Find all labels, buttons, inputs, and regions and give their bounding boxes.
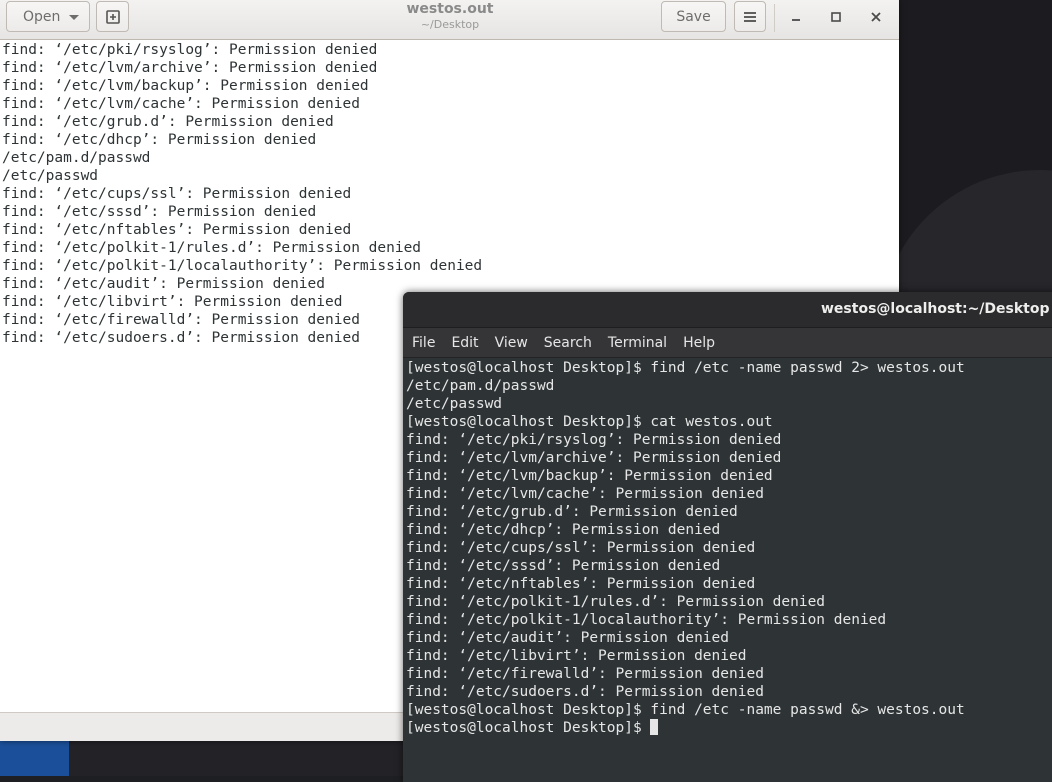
terminal-cursor bbox=[650, 719, 659, 735]
terminal-menu-help[interactable]: Help bbox=[675, 335, 723, 351]
editor-line: find: ‘/etc/nftables’: Permission denied bbox=[2, 222, 352, 238]
terminal-line: find: ‘/etc/lvm/cache’: Permission denie… bbox=[406, 486, 764, 502]
new-document-button[interactable] bbox=[96, 1, 129, 32]
editor-line: /etc/pam.d/passwd bbox=[2, 150, 151, 166]
terminal-window: westos@localhost:~/Desktop File Edit View S… bbox=[403, 292, 1052, 782]
terminal-line: find: ‘/etc/sudoers.d’: Permission denie… bbox=[406, 684, 764, 700]
terminal-line: /etc/pam.d/passwd bbox=[406, 378, 555, 394]
terminal-line: find: ‘/etc/firewalld’: Permission denie… bbox=[406, 666, 764, 682]
terminal-line: [westos@localhost Desktop]$ cat westos.o… bbox=[406, 414, 773, 430]
terminal-line: find: ‘/etc/nftables’: Permission denied bbox=[406, 576, 756, 592]
chevron-down-icon bbox=[69, 15, 79, 20]
terminal-prompt: [westos@localhost Desktop]$ bbox=[406, 720, 651, 736]
window-subtitle: ~/Desktop bbox=[420, 18, 480, 31]
terminal-menu-search[interactable]: Search bbox=[536, 335, 600, 351]
terminal-menu-view[interactable]: View bbox=[487, 335, 536, 351]
terminal-line: [westos@localhost Desktop]$ find /etc -n… bbox=[406, 702, 965, 718]
open-button[interactable]: Open bbox=[6, 1, 90, 32]
terminal-line: [westos@localhost Desktop]$ find /etc -n… bbox=[406, 360, 965, 376]
new-document-icon bbox=[105, 9, 120, 24]
terminal-line: find: ‘/etc/audit’: Permission denied bbox=[406, 630, 730, 646]
editor-line: find: ‘/etc/sssd’: Permission denied bbox=[2, 204, 317, 220]
terminal-menubar: File Edit View Search Terminal Help bbox=[403, 328, 1052, 358]
terminal-line: find: ‘/etc/libvirt’: Permission denied bbox=[406, 648, 747, 664]
editor-line: find: ‘/etc/lvm/cache’: Permission denie… bbox=[2, 96, 360, 112]
editor-line: find: ‘/etc/cups/ssl’: Permission denied bbox=[2, 186, 352, 202]
terminal-titlebar[interactable]: westos@localhost:~/Desktop bbox=[403, 292, 1052, 328]
editor-line: find: ‘/etc/pki/rsyslog’: Permission den… bbox=[2, 42, 378, 58]
window-title: westos.out bbox=[406, 1, 494, 17]
menu-button[interactable] bbox=[734, 1, 766, 32]
terminal-line: find: ‘/etc/dhcp’: Permission denied bbox=[406, 522, 721, 538]
minimize-icon bbox=[792, 19, 800, 21]
close-button[interactable] bbox=[867, 8, 885, 26]
terminal-menu-file[interactable]: File bbox=[403, 335, 443, 351]
close-icon bbox=[871, 12, 881, 22]
editor-line: find: ‘/etc/polkit-1/localauthority’: Pe… bbox=[2, 258, 483, 274]
terminal-line: find: ‘/etc/polkit-1/rules.d’: Permissio… bbox=[406, 594, 826, 610]
open-button-label: Open bbox=[23, 8, 61, 25]
terminal-menu-terminal[interactable]: Terminal bbox=[600, 335, 675, 351]
minimize-button[interactable] bbox=[787, 8, 805, 26]
terminal-line: find: ‘/etc/lvm/archive’: Permission den… bbox=[406, 450, 782, 466]
save-button[interactable]: Save bbox=[661, 1, 726, 32]
terminal-line: find: ‘/etc/grub.d’: Permission denied bbox=[406, 504, 738, 520]
header-separator bbox=[774, 4, 775, 32]
maximize-icon bbox=[831, 12, 841, 22]
terminal-line: find: ‘/etc/cups/ssl’: Permission denied bbox=[406, 540, 756, 556]
editor-line: find: ‘/etc/dhcp’: Permission denied bbox=[2, 132, 317, 148]
window-title-block: westos.out ~/Desktop bbox=[330, 1, 570, 33]
hamburger-menu-icon bbox=[744, 11, 756, 22]
terminal-prompt-line[interactable]: [westos@localhost Desktop]$ bbox=[406, 719, 1052, 737]
maximize-button[interactable] bbox=[827, 8, 845, 26]
editor-line: find: ‘/etc/polkit-1/rules.d’: Permissio… bbox=[2, 240, 422, 256]
terminal-line: find: ‘/etc/sssd’: Permission denied bbox=[406, 558, 721, 574]
terminal-menu-edit[interactable]: Edit bbox=[443, 335, 486, 351]
terminal-line: find: ‘/etc/polkit-1/localauthority’: Pe… bbox=[406, 612, 887, 628]
editor-line: find: ‘/etc/lvm/backup’: Permission deni… bbox=[2, 78, 369, 94]
editor-line: /etc/passwd bbox=[2, 168, 99, 184]
terminal-line: find: ‘/etc/pki/rsyslog’: Permission den… bbox=[406, 432, 782, 448]
terminal-output[interactable]: [westos@localhost Desktop]$ find /etc -n… bbox=[406, 359, 1052, 737]
terminal-line: /etc/passwd bbox=[406, 396, 503, 412]
editor-line: find: ‘/etc/lvm/archive’: Permission den… bbox=[2, 60, 378, 76]
terminal-title: westos@localhost:~/Desktop bbox=[821, 301, 1050, 317]
editor-headerbar: Open westos.out ~/Desktop Save bbox=[0, 0, 899, 40]
editor-line: find: ‘/etc/audit’: Permission denied bbox=[2, 276, 326, 292]
editor-line: find: ‘/etc/grub.d’: Permission denied bbox=[2, 114, 334, 130]
taskbar-app-button[interactable] bbox=[0, 741, 69, 776]
terminal-line: find: ‘/etc/lvm/backup’: Permission deni… bbox=[406, 468, 773, 484]
